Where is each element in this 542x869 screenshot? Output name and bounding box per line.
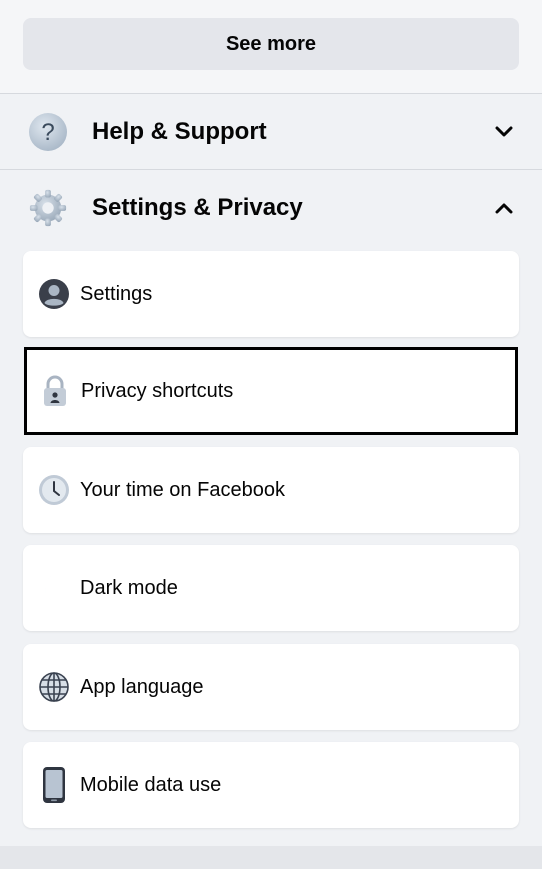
menu-item-label: Dark mode bbox=[80, 576, 178, 599]
moon-icon bbox=[37, 571, 71, 605]
lock-icon bbox=[38, 374, 72, 408]
see-more-area: See more bbox=[0, 0, 542, 93]
chevron-up-icon[interactable] bbox=[494, 198, 514, 218]
globe-icon bbox=[37, 670, 71, 704]
settings-privacy-label: Settings & Privacy bbox=[92, 193, 303, 221]
chevron-down-icon[interactable] bbox=[494, 122, 514, 142]
bottom-strip bbox=[0, 846, 542, 869]
menu-item-label: Mobile data use bbox=[80, 773, 222, 796]
menu-item-label: App language bbox=[80, 675, 204, 698]
question-icon: ? bbox=[28, 112, 68, 152]
menu-item-settings[interactable]: Settings bbox=[23, 251, 519, 337]
user-circle-icon bbox=[37, 277, 71, 311]
menu-item-label: Settings bbox=[80, 282, 153, 305]
settings-privacy-row[interactable]: Settings & Privacy bbox=[0, 170, 542, 245]
menu-item-dark-mode[interactable]: Dark mode bbox=[23, 545, 519, 631]
clock-icon bbox=[37, 473, 71, 507]
see-more-button[interactable]: See more bbox=[23, 18, 519, 70]
svg-text:?: ? bbox=[41, 119, 54, 146]
menu-item-label: Your time on Facebook bbox=[80, 478, 285, 501]
menu-item-mobile-data[interactable]: Mobile data use bbox=[23, 742, 519, 828]
menu-item-label: Privacy shortcuts bbox=[81, 379, 234, 402]
menu-item-your-time[interactable]: Your time on Facebook bbox=[23, 447, 519, 533]
gear-icon bbox=[28, 188, 68, 228]
phone-icon bbox=[37, 767, 71, 803]
menu-item-privacy-shortcuts[interactable]: Privacy shortcuts bbox=[24, 347, 518, 435]
menu-item-app-language[interactable]: App language bbox=[23, 644, 519, 730]
help-support-label: Help & Support bbox=[92, 117, 267, 145]
help-support-row[interactable]: ? Help & Support bbox=[0, 94, 542, 169]
